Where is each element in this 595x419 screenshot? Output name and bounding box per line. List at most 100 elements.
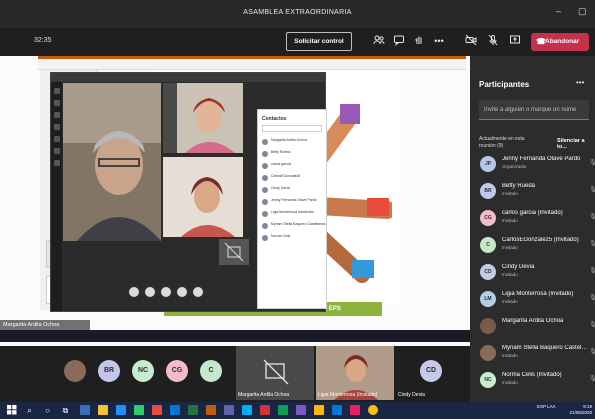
participant-role: Organizador <box>502 164 527 169</box>
contact-row[interactable]: Cindy Devia <box>262 186 324 196</box>
mic-icon: 🎙 <box>589 349 595 355</box>
avatar[interactable] <box>64 360 86 382</box>
contact-row[interactable]: Betty Rueda <box>262 150 324 160</box>
video-tile-ligia[interactable]: Ligia Monterrosa (Invitado) <box>316 346 394 400</box>
contact-row[interactable]: Norma Celis <box>262 234 324 244</box>
excel-icon[interactable] <box>188 405 198 415</box>
participant-row[interactable]: Myriam Stella Baquero Castella... Invitad… <box>479 343 595 363</box>
video-strip: BR NC CG C Margarita Ardila Ochoa Ligia Mon… <box>0 346 470 402</box>
participant-row[interactable]: CG carlos garcia (Invitado) Invitado 🎙 <box>479 208 595 228</box>
outlook-icon[interactable] <box>332 405 342 415</box>
word-icon[interactable] <box>170 405 180 415</box>
mute-all-button[interactable]: Silenciar a to... <box>557 138 595 150</box>
skype-icon[interactable] <box>242 405 252 415</box>
contacts-title: Contactos <box>262 116 287 122</box>
windows-start-icon[interactable] <box>6 405 17 416</box>
folder-icon[interactable] <box>98 405 108 415</box>
participant-name: Margarita Ardila Ochoa <box>502 318 564 324</box>
contacts-search[interactable] <box>262 125 322 132</box>
call-mic-button[interactable] <box>145 287 155 297</box>
search-icon[interactable]: ⌕ <box>24 405 35 416</box>
onenote-icon[interactable] <box>296 405 306 415</box>
leave-button[interactable]: ☎ Abandonar <box>531 33 589 51</box>
share-screen-icon[interactable] <box>508 34 522 48</box>
participants-icon[interactable] <box>372 34 386 48</box>
ribbon-accent <box>38 56 466 59</box>
presenter-name-label: Margarita Ardila Ochoa <box>0 320 90 330</box>
raise-hand-icon[interactable] <box>412 34 426 48</box>
contact-row[interactable]: CarlosEGonzalez5 <box>262 174 324 184</box>
participant-row[interactable]: C CarlosEGonzalez5 (Invitado) Invitado 🎙 <box>479 235 595 255</box>
participant-row[interactable]: Margarita Ardila Ochoa 🎙 <box>479 316 595 336</box>
participant-name: Betty Rueda <box>502 183 536 189</box>
windows-taskbar: ⌕ ○ ⧉ ESP LAA 9:19 21/08/2020 <box>0 402 595 419</box>
teams-icon[interactable] <box>224 405 234 415</box>
tile-label: Cindy Devia <box>398 392 425 398</box>
tile-label: Ligia Monterrosa (Invitado) <box>318 392 378 398</box>
call-share-button[interactable] <box>177 287 187 297</box>
app-icon[interactable] <box>152 405 162 415</box>
participant-row[interactable]: NC Norma Celis (Invitado) Invitado 🎙 <box>479 370 595 390</box>
participant-role: Invitado <box>502 218 518 223</box>
video-tile-cindy[interactable]: CD Cindy Devia <box>396 346 468 400</box>
participant-row[interactable]: CD Cindy Devia Invitado 🎙 <box>479 262 595 282</box>
call-sidebar <box>51 82 62 311</box>
powerpoint-ribbon <box>38 56 466 70</box>
task-view-icon[interactable]: ⧉ <box>60 405 71 416</box>
avatar[interactable]: NC <box>132 360 154 382</box>
title-bar: ASAMBLEA EXTRAORDINARIA – ▢ <box>0 0 595 28</box>
video-tile-woman-1 <box>163 83 243 153</box>
participant-name: Cindy Devia <box>502 264 535 270</box>
call-video-button[interactable] <box>161 287 171 297</box>
file-explorer-icon[interactable] <box>80 405 90 415</box>
invite-input[interactable]: Invite a alguien o marque un núme <box>479 100 589 120</box>
input-language[interactable]: ESP LAA <box>537 404 556 410</box>
contact-row[interactable]: Ligia Monterrosa Vanderlán <box>262 210 324 220</box>
avatar: BR <box>480 183 496 199</box>
avatar[interactable]: CG <box>166 360 188 382</box>
mail-icon[interactable] <box>116 405 126 415</box>
leave-label: Abandonar <box>545 38 580 45</box>
contact-row[interactable]: Margarita Ardila Ochoa <box>262 138 324 148</box>
chrome-icon[interactable] <box>278 405 288 415</box>
avatar: CG <box>480 210 496 226</box>
participant-role: Invitado <box>502 353 518 358</box>
shared-screen: ASOCIACIÓN DE USUARIOS ALIANSALUD EPS <box>0 56 470 346</box>
powerpoint-icon[interactable] <box>206 405 216 415</box>
avatar[interactable]: BR <box>98 360 120 382</box>
panel-more-button[interactable]: ••• <box>576 78 584 87</box>
maximize-button[interactable]: ▢ <box>578 6 587 17</box>
cortana-icon[interactable]: ○ <box>42 405 53 416</box>
video-tile-margarita[interactable]: Margarita Ardila Ochoa <box>236 346 314 400</box>
avatar: JP <box>480 156 496 172</box>
participant-name: Ligia Monterrosa (Invitado) <box>502 291 574 297</box>
request-control-button[interactable]: Solicitar control <box>286 32 352 51</box>
more-options-button[interactable]: ••• <box>432 34 446 48</box>
participant-row[interactable]: LM Ligia Monterrosa (Invitado) Invitado 🎙 <box>479 289 595 309</box>
participant-row[interactable]: BR Betty Rueda Invitado 🎙 <box>479 181 595 201</box>
participant-role: Invitado <box>502 191 518 196</box>
participant-role: Invitado <box>502 380 518 385</box>
call-more-button[interactable] <box>193 287 203 297</box>
contact-row[interactable]: Myriam Stella Baquero Castellanos <box>262 222 326 232</box>
mic-icon: 🎙 <box>589 241 595 247</box>
taskbar-clock[interactable]: 9:19 21/08/2020 <box>558 404 592 416</box>
chat-icon[interactable] <box>392 34 406 48</box>
participant-row[interactable]: JP Jenny Fernanda Olave Pardo Organizador 🎙 <box>479 154 595 174</box>
avatar: LM <box>480 291 496 307</box>
sticky-notes-icon[interactable] <box>314 405 324 415</box>
mic-icon: 🎙 <box>589 295 595 301</box>
camera-off-icon[interactable] <box>464 34 478 48</box>
avatar[interactable]: C <box>200 360 222 382</box>
acrobat-icon[interactable] <box>260 405 270 415</box>
contact-row[interactable]: Jenny Fernanda Olave Pardo <box>262 198 324 208</box>
store-icon[interactable] <box>134 405 144 415</box>
chrome-icon[interactable] <box>368 405 378 415</box>
participants-title: Participantes <box>479 80 530 89</box>
mic-off-icon[interactable] <box>486 34 500 48</box>
minimize-button[interactable]: – <box>556 6 561 16</box>
app-icon[interactable] <box>350 405 360 415</box>
skype-call-window: Contactos Margarita Ardila Ochoa Betty R… <box>50 72 327 312</box>
mic-icon: 🎙 <box>589 214 595 220</box>
contact-row[interactable]: carlos garcia <box>262 162 324 172</box>
